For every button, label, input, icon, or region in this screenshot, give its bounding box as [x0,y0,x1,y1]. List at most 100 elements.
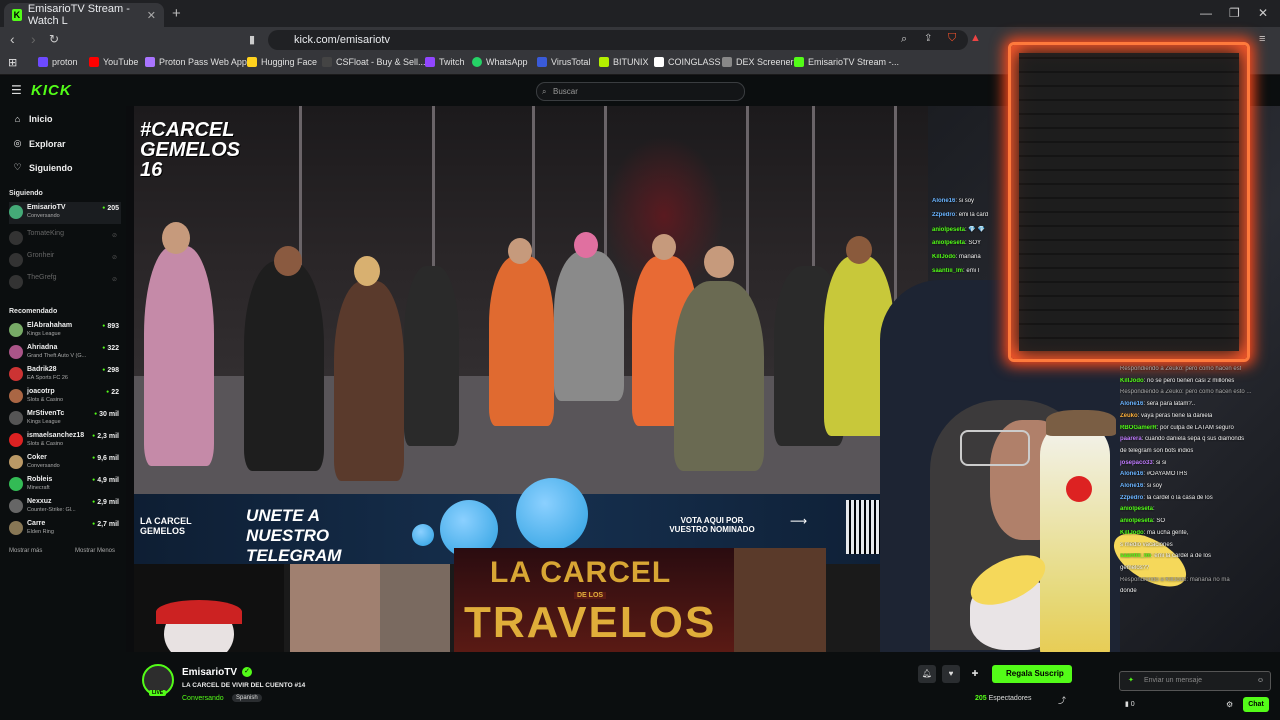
bookmark-csfloat[interactable]: CSFloat - Buy & Sell... [322,57,426,67]
following-channel[interactable]: Gronheir ⊘ [9,250,121,272]
video-player[interactable] [134,106,928,494]
nav-inicio[interactable]: ⌂ Inicio [12,114,53,124]
nav-explorar[interactable]: ◎ Explorar [12,138,66,149]
chat-username[interactable]: KillJodo [1120,378,1144,384]
chat-username[interactable]: Alone16 [1120,401,1143,407]
search-input[interactable]: ⌕ Buscar [536,82,745,101]
apps-icon[interactable]: ⊞ [8,56,17,69]
gift-subscription-button[interactable]: Regala Suscrip [992,665,1072,683]
recommended-channel[interactable]: Badrik28EA Sports FC 26298 [9,364,121,386]
kick-logo[interactable]: KICK [31,82,72,99]
bookmark-virustotal[interactable]: VirusTotal [537,57,590,67]
chat-message: KillJodo: no se pero tienen casi 2 millo… [1120,377,1235,384]
kick-favicon-icon: K [12,9,22,21]
recommended-channel[interactable]: RobleisMinecraft4,9 mil [9,474,121,496]
zoom-icon[interactable]: ⌕ [901,33,907,46]
chat-input[interactable]: ✦ Enviar un mensaje ☺ [1119,671,1271,691]
back-icon[interactable]: ‹ [10,31,15,47]
close-window-icon[interactable]: ✕ [1258,6,1268,20]
following-channel[interactable]: TheGrefg ⊘ [9,272,121,294]
bookmark-whatsapp[interactable]: WhatsApp [472,57,528,67]
avatar [9,411,23,425]
more-icon[interactable]: ✚ [966,665,984,683]
cowboy-hat [1046,410,1116,436]
restore-icon[interactable]: ❐ [1229,6,1240,20]
url-input[interactable]: kick.com/emisariotv [268,30,968,50]
chat-settings-icon[interactable]: ⚙ [1226,700,1233,709]
chat-username[interactable]: 22pedro [932,212,955,218]
proton-icon [38,57,48,67]
nav-siguiendo[interactable]: ♡ Siguiendo [12,162,72,173]
chat-username[interactable]: Zeuko [1120,413,1138,419]
chat-text: Respondiendo a Zeuko: pero como hacen es… [1120,389,1252,396]
chat-username[interactable]: Alone16 [1120,471,1143,477]
bookmark-bitunix[interactable]: BITUNIX [599,57,649,67]
language-tag[interactable]: Spanish [232,694,262,702]
dex-screener-icon [722,57,732,67]
rewards-icon[interactable]: ▲ [970,32,981,44]
chat-username[interactable]: saantiii_lm [1120,553,1151,559]
bookmark-emisariotv[interactable]: EmisarioTV Stream -... [794,57,899,67]
chat-username[interactable]: aniolpeseta [932,227,965,233]
kick-icon [794,57,804,67]
following-channel[interactable]: TomateKing ⊘ [9,228,121,250]
bookmark-icon[interactable]: ▮ [249,33,255,46]
hamburger-icon[interactable]: ☰ [11,83,22,97]
chat-username[interactable]: aniolpeseta [1120,518,1153,524]
recommended-channel[interactable]: joacotrpSlots & Casino22 [9,386,121,408]
bookmark-hugging-face[interactable]: Hugging Face [247,57,317,67]
chat-username[interactable]: saantiii_lm [932,268,963,274]
chat-username[interactable]: RBOGamerR [1120,425,1157,431]
bookmark-proton[interactable]: proton [38,57,78,67]
chat-username[interactable]: KillJodo [1120,530,1144,536]
chat-message: Alone16: si soy [1120,483,1163,489]
recommended-channel[interactable]: CarreElden Ring2,7 mil [9,518,121,540]
minimize-icon[interactable]: — [1200,6,1212,20]
chat-username[interactable]: Alone16 [932,198,955,204]
show-more-button[interactable]: Mostrar más [9,548,42,554]
stream-category[interactable]: Conversando [182,695,224,702]
bookmark-proton-pass[interactable]: Proton Pass Web App [145,57,247,67]
bookmark-dex-screener[interactable]: DEX Screener [722,57,794,67]
share-stream-icon[interactable]: ⤴ [1058,695,1066,706]
chat-text: emi la card [958,212,989,218]
menu-icon[interactable]: ≡ [1259,33,1265,45]
notification-bell-icon[interactable]: 🔔︎ [918,665,936,683]
show-less-button[interactable]: Mostrar Menos [75,548,115,554]
bookmark-coinglass[interactable]: COINGLASS [654,57,721,67]
forward-icon[interactable]: › [31,31,36,47]
home-icon: ⌂ [14,114,21,124]
channel-name[interactable]: EmisarioTV [182,667,237,678]
tab-title: EmisarioTV Stream - Watch L [27,3,130,27]
chat-username[interactable]: aniolpeseta [1120,506,1153,512]
compass-icon: ◎ [13,138,22,148]
new-tab-button[interactable]: + [172,5,181,22]
browser-tab[interactable]: K EmisarioTV Stream - Watch L ✕ [4,3,164,27]
close-tab-icon[interactable]: ✕ [147,9,156,22]
bookmark-youtube[interactable]: YouTube [89,57,138,67]
brave-shield-icon[interactable]: ⛉ [948,32,956,45]
recommended-channel[interactable]: CokerConversando9,6 mil [9,452,121,474]
chat-username[interactable]: KillJodo [932,254,956,260]
share-icon[interactable]: ⇪ [924,33,932,44]
chat-username[interactable]: josepaco33 [1120,460,1153,466]
avatar [9,389,23,403]
chat-username[interactable]: aniolpeseta [932,240,965,246]
following-channel[interactable]: EmisarioTV Conversando 205 [9,202,121,224]
chat-username[interactable]: 22pedro [1120,495,1143,501]
recommended-channel[interactable]: MrStivenTcKings League30 mil [9,408,121,430]
follow-heart-icon[interactable]: ♥ [942,665,960,683]
reload-icon[interactable]: ↻ [49,32,59,46]
chat-send-button[interactable]: Chat [1243,697,1269,712]
channel-points[interactable]: ▮ 0 [1125,700,1135,708]
recommended-channel[interactable]: AhriadnaGrand Theft Auto V (G...322 [9,342,121,364]
bookmark-twitch[interactable]: Twitch [425,57,465,67]
chat-username[interactable]: Alone16 [1120,483,1143,489]
recommended-channel[interactable]: ismaelsanchez18Slots & Casino2,3 mil [9,430,121,452]
recommended-channel[interactable]: ElAbrahahamKings League893 [9,320,121,342]
recommended-channel[interactable]: NexxuzCounter-Strike: Gl...2,9 mil [9,496,121,518]
chat-message: Respondiendo a Zeuko: pero como hacen es… [1120,366,1241,372]
chat-username[interactable]: paarera [1120,436,1142,442]
emoji-icon[interactable]: ☺ [1257,672,1264,690]
person [674,281,764,471]
